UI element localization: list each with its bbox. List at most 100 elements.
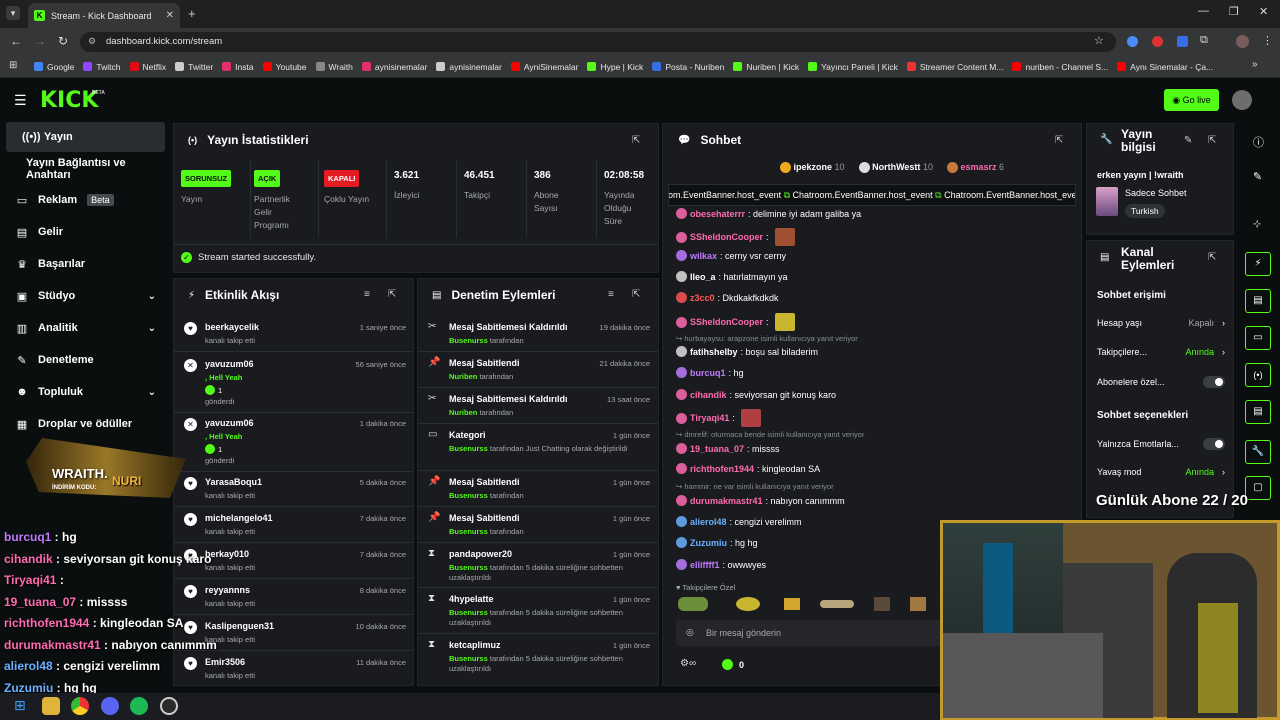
chat-message[interactable]: alierol48: cengizi verelimm	[676, 516, 802, 527]
chat-message[interactable]: SSheldonCooper:	[676, 313, 795, 331]
chat-bubble-icon[interactable]: ▭	[1245, 326, 1271, 350]
emote[interactable]	[910, 597, 926, 611]
chat-username[interactable]: fatihshelby	[690, 347, 738, 357]
site-info-icon[interactable]: ⚙	[88, 36, 96, 47]
emote[interactable]	[874, 597, 890, 611]
chat-username[interactable]: z3cc0	[690, 293, 715, 303]
forward-icon[interactable]: →	[34, 34, 46, 48]
bookmark-item[interactable]: Insta	[222, 62, 254, 72]
chat-username[interactable]: wilkax	[690, 251, 717, 261]
sidebar-item-stream-key[interactable]: Yayın Bağlantısı ve Anahtarı	[0, 155, 170, 183]
more-bookmarks-icon[interactable]: »	[1252, 59, 1258, 70]
edit-icon[interactable]: ✎	[1184, 135, 1192, 146]
emote[interactable]	[784, 598, 800, 610]
chat-username[interactable]: alierol48	[690, 517, 727, 527]
sidebar-item-denetleme[interactable]: ✎ Denetleme	[0, 346, 170, 374]
bookmark-item[interactable]: Yayıncı Paneli | Kick	[808, 62, 898, 72]
followers-setting[interactable]: Takipçilere... Anında ›	[1097, 347, 1225, 357]
sidebar-item-yayin[interactable]: ((•)) Yayın	[6, 122, 165, 152]
url-input[interactable]: dashboard.kick.com/stream	[80, 32, 1116, 52]
maximize-icon[interactable]: ❐	[1229, 5, 1239, 18]
chat-message[interactable]: 19_tuana_07: missss	[676, 443, 780, 454]
chat-username[interactable]: SSheldonCooper	[690, 317, 763, 327]
emotes-only-toggle[interactable]	[1203, 438, 1225, 450]
filter-icon[interactable]: ≡	[364, 289, 370, 300]
bookmark-item[interactable]: Youtube	[262, 62, 307, 72]
gifter-item[interactable]: NorthWestt 10	[858, 162, 933, 174]
back-icon[interactable]: ←	[10, 34, 22, 48]
settings-icon[interactable]: ⚙∞	[680, 658, 696, 669]
chat-username[interactable]: burcuq1	[690, 368, 726, 378]
chrome-icon[interactable]	[71, 697, 89, 715]
bookmark-item[interactable]: Netflix	[129, 62, 166, 72]
new-tab-icon[interactable]: +	[188, 6, 196, 21]
bookmark-item[interactable]: Google	[34, 62, 74, 72]
chat-username[interactable]: durumakmastr41	[690, 496, 763, 506]
chat-username[interactable]: Tiryaqi41	[690, 413, 729, 423]
chat-message[interactable]: z3cc0: Dkdkakfkdkdk	[676, 292, 779, 303]
extensions-puzzle-icon[interactable]: ⧉	[1200, 34, 1208, 47]
chat-message[interactable]: cihandik: seviyorsan git konuş karo	[676, 389, 836, 400]
chat-username[interactable]: obesehaterrr	[690, 209, 745, 219]
window-icon[interactable]: ▢	[1245, 476, 1271, 500]
chat-message[interactable]: Zuzumiu: hg hg	[676, 537, 758, 548]
close-tab-icon[interactable]: ✕	[166, 10, 174, 21]
chat-username[interactable]: cihandik	[690, 390, 727, 400]
emote[interactable]	[678, 597, 708, 611]
extension-icon[interactable]	[1152, 36, 1163, 47]
pencil-icon[interactable]: ✎	[1253, 170, 1262, 183]
chat-username[interactable]: 19_tuana_07	[690, 444, 744, 454]
bookmark-item[interactable]: Streamer Content M...	[906, 62, 1003, 72]
sidebar-item-droplar[interactable]: ▦ Droplar ve ödüller	[0, 410, 170, 438]
bookmark-item[interactable]: nuriben - Channel S...	[1012, 62, 1108, 72]
go-live-button[interactable]: ◉ Go live	[1164, 89, 1219, 111]
sidebar-item-gelir[interactable]: ▤ Gelir	[0, 218, 170, 246]
bookmark-item[interactable]: AyniSinemalar	[510, 62, 578, 72]
chat-message[interactable]: richthofen1944: kingleodan SA	[676, 463, 820, 474]
broadcast-icon[interactable]: (•)	[1245, 363, 1271, 387]
crosshair-icon[interactable]: ⊹	[1253, 219, 1261, 230]
kick-logo[interactable]: KICK	[40, 88, 98, 113]
close-window-icon[interactable]: ✕	[1259, 5, 1268, 18]
spotify-icon[interactable]	[130, 697, 148, 715]
bookmark-item[interactable]: aynisinemalar	[361, 62, 427, 72]
reload-icon[interactable]: ↻	[58, 34, 68, 48]
popout-icon[interactable]: ⇱	[388, 289, 396, 300]
apps-grid-icon[interactable]: ⊞	[9, 60, 17, 71]
chat-username[interactable]: SSheldonCooper	[690, 232, 763, 242]
sidebar-item-studyo[interactable]: ▣ Stüdyo ⌄	[0, 282, 170, 310]
chat-message[interactable]: burcuq1: hg	[676, 367, 744, 378]
category-name[interactable]: Sadece Sohbet	[1125, 188, 1187, 198]
hamburger-menu-icon[interactable]: ☰	[14, 92, 27, 109]
event-banner[interactable]: Chatroom.EventBanner.host_event ⧉ Chatro…	[668, 184, 1076, 206]
emote[interactable]	[820, 600, 854, 608]
chat-message[interactable]: Tiryaqi41:	[676, 409, 761, 427]
discord-icon[interactable]	[101, 697, 119, 715]
profile-avatar[interactable]	[1236, 35, 1249, 48]
browser-tab[interactable]: K Stream - Kick Dashboard ✕	[28, 3, 180, 28]
chat-message[interactable]: obesehaterrr: delimine iyi adam galiba y…	[676, 208, 861, 219]
filter-icon[interactable]: ≡	[608, 289, 614, 300]
document-icon[interactable]: ▤	[1245, 289, 1271, 313]
tab-search-icon[interactable]: ▾	[6, 6, 20, 20]
gifter-item[interactable]: ipekzone 10	[780, 162, 845, 174]
bookmark-item[interactable]: aynisinemalar	[436, 62, 502, 72]
sidebar-item-analitik[interactable]: ▥ Analitik ⌄	[0, 314, 170, 342]
chat-username[interactable]: richthofen1944	[690, 464, 754, 474]
extension-icon[interactable]	[1127, 36, 1138, 47]
subs-only-toggle[interactable]	[1203, 376, 1225, 388]
sidebar-item-reklam[interactable]: ▭ Reklam Beta	[0, 186, 170, 214]
chat-message[interactable]: durumakmastr41: nabıyon canımmm	[676, 495, 845, 506]
windows-start-icon[interactable]: ⊞	[14, 697, 26, 714]
info-icon[interactable]: ⓘ	[1253, 134, 1264, 150]
bookmark-star-icon[interactable]: ☆	[1094, 34, 1104, 47]
extension-icon[interactable]	[1177, 36, 1188, 47]
bookmark-item[interactable]: Aynı Sinemalar - Ça...	[1117, 62, 1213, 72]
popout-icon[interactable]: ⇱	[1208, 135, 1216, 146]
popout-icon[interactable]: ⇱	[632, 289, 640, 300]
chat-message[interactable]: lleo_a: hatırlatmayın ya	[676, 271, 788, 282]
bookmark-item[interactable]: Wraith	[315, 62, 353, 72]
lightning-icon[interactable]: ⚡	[1245, 252, 1271, 276]
chat-username[interactable]: lleo_a	[690, 272, 716, 282]
minimize-icon[interactable]: —	[1198, 5, 1209, 17]
